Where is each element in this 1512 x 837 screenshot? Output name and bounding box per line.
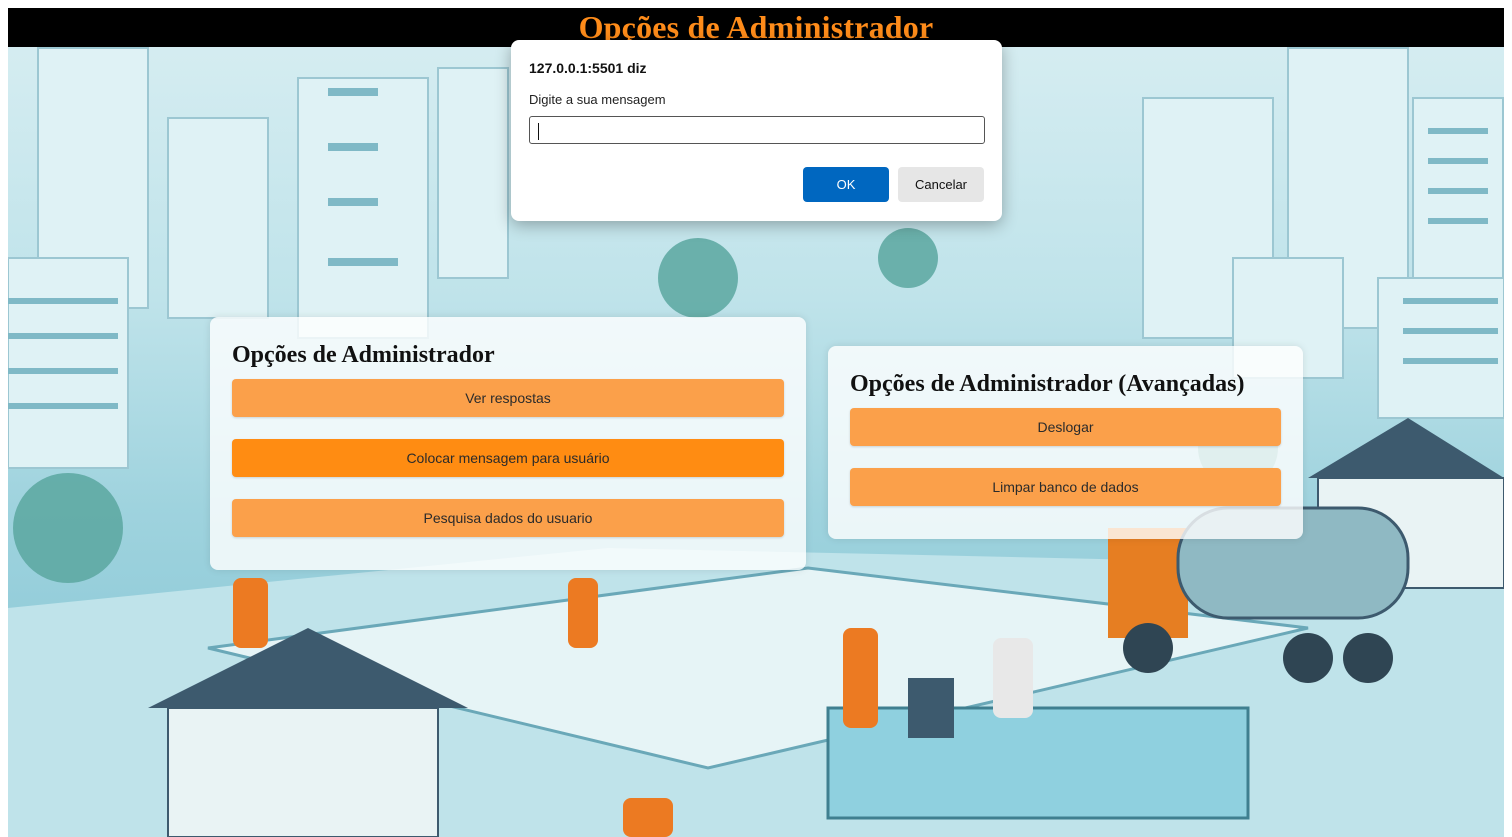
ok-button[interactable]: OK: [803, 167, 889, 202]
admin-options-panel: Opções de Administrador Ver respostas Co…: [210, 317, 806, 570]
dialog-message: Digite a sua mensagem: [529, 92, 666, 107]
advanced-admin-options-panel: Opções de Administrador (Avançadas) Desl…: [828, 346, 1303, 539]
text-caret: [538, 123, 539, 140]
logout-button[interactable]: Deslogar: [850, 408, 1281, 446]
advanced-admin-options-title: Opções de Administrador (Avançadas): [850, 371, 1245, 397]
search-user-data-button[interactable]: Pesquisa dados do usuario: [232, 499, 784, 537]
view-responses-button[interactable]: Ver respostas: [232, 379, 784, 417]
dialog-title: 127.0.0.1:5501 diz: [529, 60, 647, 76]
dialog-actions: OK Cancelar: [803, 167, 984, 202]
admin-options-title: Opções de Administrador: [232, 342, 495, 368]
message-input[interactable]: [529, 116, 985, 144]
cancel-button[interactable]: Cancelar: [898, 167, 984, 202]
prompt-dialog: 127.0.0.1:5501 diz Digite a sua mensagem…: [511, 40, 1002, 221]
post-user-message-button[interactable]: Colocar mensagem para usuário: [232, 439, 784, 477]
clear-database-button[interactable]: Limpar banco de dados: [850, 468, 1281, 506]
